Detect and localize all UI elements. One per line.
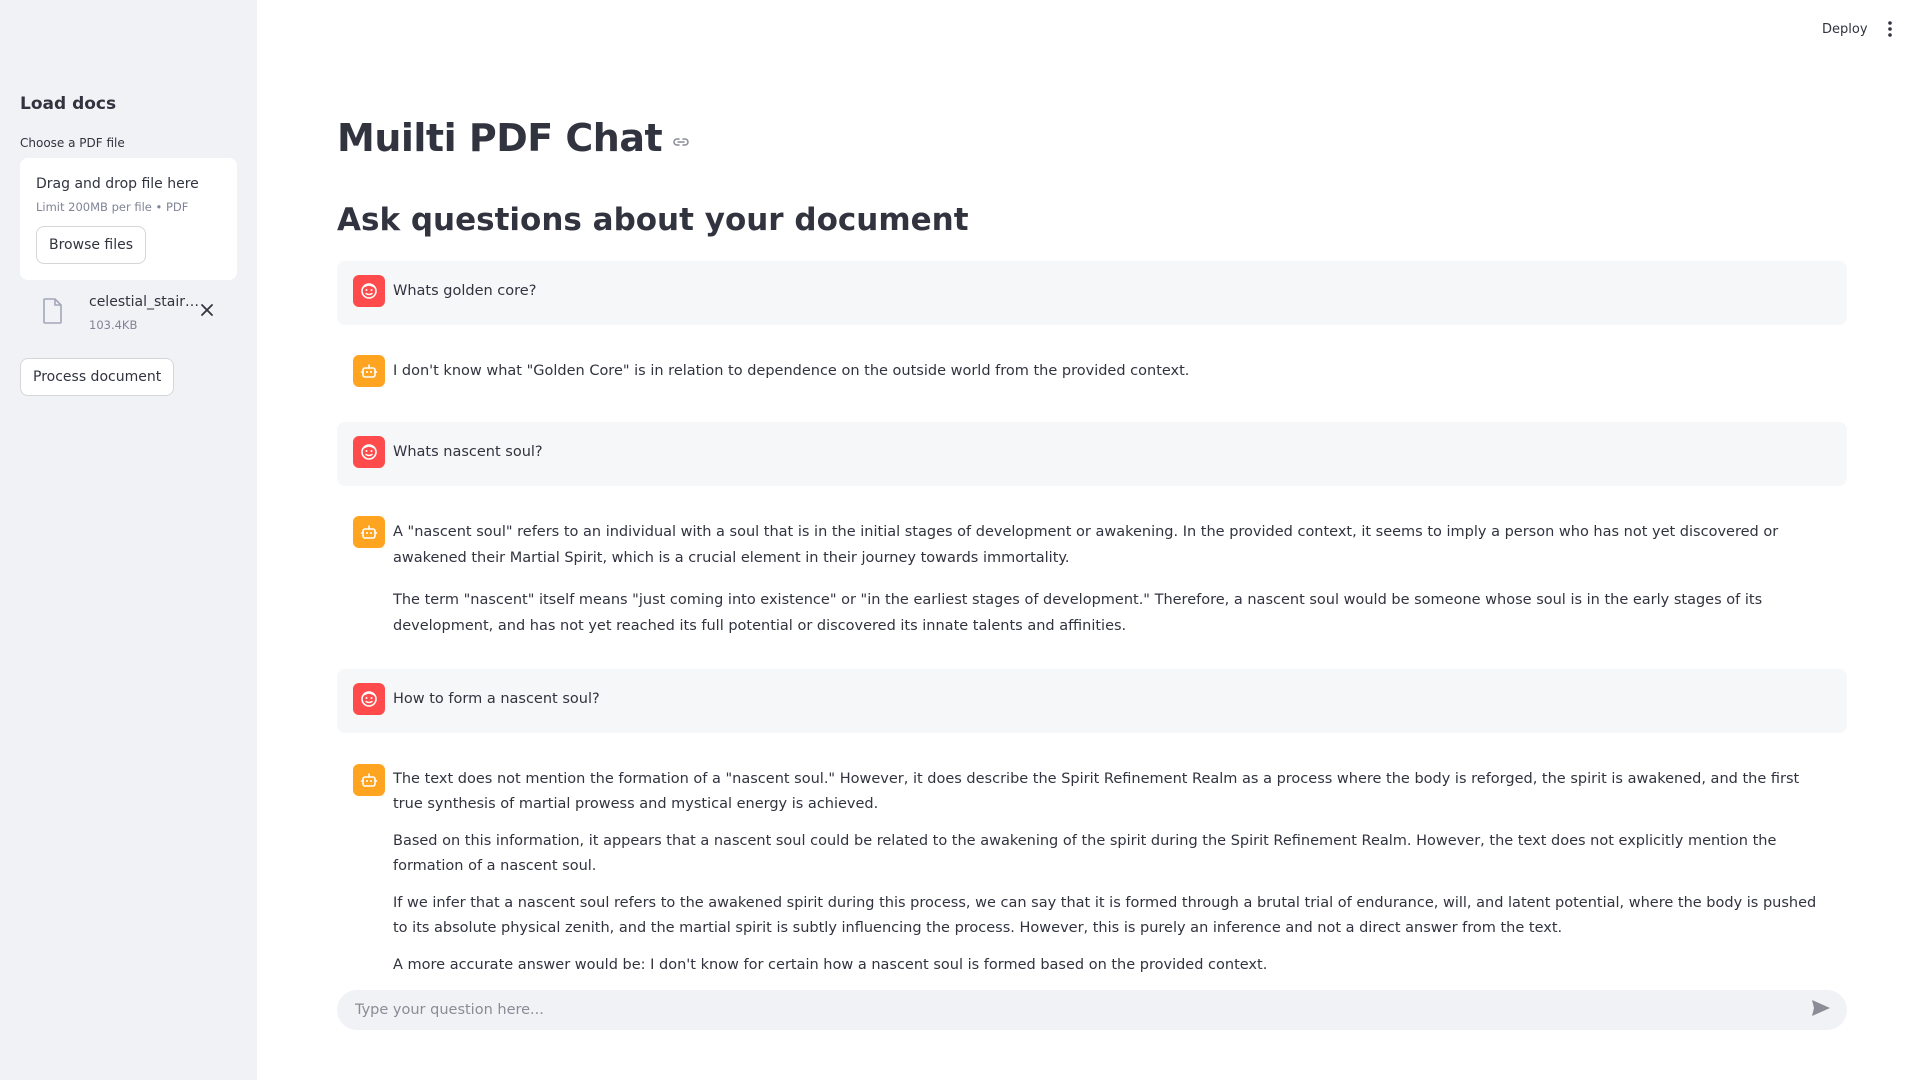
chat-message-assistant: The text does not mention the formation … — [337, 750, 1847, 980]
deploy-button[interactable]: Deploy — [1822, 22, 1868, 37]
message-paragraph: Whats golden core? — [393, 283, 537, 299]
chat-input-bar — [337, 990, 1847, 1030]
message-paragraph: The text does not mention the formation … — [393, 771, 1800, 812]
message-paragraph: A more accurate answer would be: I don't… — [393, 957, 1268, 973]
message-paragraph: Based on this information, it appears th… — [393, 833, 1777, 874]
message-text: A "nascent soul" refers to an individual… — [393, 516, 1831, 634]
message-text: Whats nascent soul? — [393, 436, 543, 472]
browse-files-button[interactable]: Browse files — [36, 226, 147, 264]
message-text: Whats golden core? — [393, 275, 536, 311]
message-paragraph: A "nascent soul" refers to an individual… — [393, 524, 1779, 566]
user-face-icon — [353, 683, 385, 715]
uploaded-file-item: celestial_stair… 103.4KB — [20, 292, 237, 344]
page-title: Muilti PDF Chat — [337, 116, 663, 160]
send-icon[interactable] — [1811, 999, 1831, 1021]
message-paragraph: Whats nascent soul? — [393, 444, 543, 460]
robot-icon — [353, 764, 385, 796]
chat-message-user: How to form a nascent soul? — [337, 669, 1847, 733]
main-menu-icon[interactable] — [1887, 20, 1893, 42]
message-paragraph: If we infer that a nascent soul refers t… — [393, 895, 1817, 936]
uploader-label: Choose a PDF file — [20, 136, 125, 150]
sidebar-header: Load docs — [20, 94, 117, 114]
file-dropzone[interactable]: Drag and drop file here Limit 200MB per … — [20, 158, 237, 280]
process-document-button[interactable]: Process document — [20, 358, 175, 396]
file-size: 103.4KB — [89, 318, 138, 332]
message-text: How to form a nascent soul? — [393, 683, 600, 719]
message-text: I don't know what "Golden Core" is in re… — [393, 355, 1189, 391]
chat-message-assistant: I don't know what "Golden Core" is in re… — [337, 341, 1847, 405]
user-face-icon — [353, 275, 385, 307]
anchor-link-icon[interactable] — [672, 133, 690, 152]
chat-input[interactable] — [353, 1001, 1811, 1019]
robot-icon — [353, 516, 385, 548]
page-subtitle: Ask questions about your document — [337, 202, 969, 238]
file-name: celestial_stair… — [89, 294, 199, 310]
chat-message-user: Whats golden core? — [337, 261, 1847, 325]
sidebar: Load docs Choose a PDF file Drag and dro… — [0, 0, 257, 1080]
message-paragraph: I don't know what "Golden Core" is in re… — [393, 363, 1190, 379]
dropzone-title: Drag and drop file here — [36, 176, 199, 192]
chat-message-user: Whats nascent soul? — [337, 422, 1847, 486]
message-text: The text does not mention the formation … — [393, 764, 1831, 973]
user-face-icon — [353, 436, 385, 468]
message-paragraph: The term "nascent" itself means "just co… — [393, 592, 1763, 634]
remove-file-icon[interactable] — [200, 302, 214, 321]
chat-message-assistant: A "nascent soul" refers to an individual… — [337, 502, 1847, 638]
dropzone-limit: Limit 200MB per file • PDF — [36, 200, 189, 214]
robot-icon — [353, 355, 385, 387]
file-icon — [42, 298, 64, 328]
message-paragraph: How to form a nascent soul? — [393, 691, 600, 707]
